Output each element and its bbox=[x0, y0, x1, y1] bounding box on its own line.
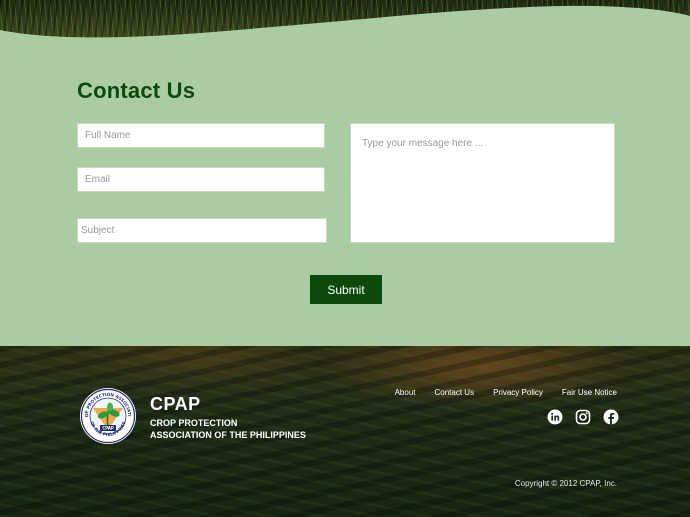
linkedin-icon[interactable] bbox=[547, 409, 563, 425]
brand-block: CPAP CROP PROTECTION ASSOCIATION OF THE … bbox=[150, 394, 306, 441]
full-name-input[interactable] bbox=[77, 123, 325, 148]
brand-full-name-line1: CROP PROTECTION bbox=[150, 418, 238, 428]
page-title: Contact Us bbox=[77, 78, 196, 103]
contact-section: Contact Us Submit bbox=[0, 0, 690, 346]
footer-link-contact-us[interactable]: Contact Us bbox=[435, 388, 475, 397]
brand-name: CPAP bbox=[150, 394, 201, 414]
cpap-logo[interactable]: CROP PROTECTION ASSOCIATION OF THE PHILI… bbox=[79, 387, 137, 445]
footer-link-fair-use-notice[interactable]: Fair Use Notice bbox=[562, 388, 617, 397]
instagram-icon[interactable] bbox=[575, 409, 591, 425]
submit-button[interactable]: Submit bbox=[310, 275, 382, 304]
copyright-text: Copyright © 2012 CPAP, Inc. bbox=[514, 479, 617, 488]
subject-input[interactable] bbox=[77, 218, 327, 243]
brand-full-name-line2: ASSOCIATION OF THE PHILIPPINES bbox=[150, 430, 306, 440]
social-links bbox=[547, 409, 619, 425]
footer-nav: About Contact Us Privacy Policy Fair Use… bbox=[395, 388, 617, 397]
footer-link-about[interactable]: About bbox=[395, 388, 416, 397]
message-textarea[interactable] bbox=[350, 123, 615, 243]
facebook-icon[interactable] bbox=[603, 409, 619, 425]
footer-link-privacy-policy[interactable]: Privacy Policy bbox=[493, 388, 543, 397]
footer: CROP PROTECTION ASSOCIATION OF THE PHILI… bbox=[0, 346, 690, 517]
svg-text:CPAP: CPAP bbox=[102, 426, 114, 431]
email-input[interactable] bbox=[77, 167, 325, 192]
